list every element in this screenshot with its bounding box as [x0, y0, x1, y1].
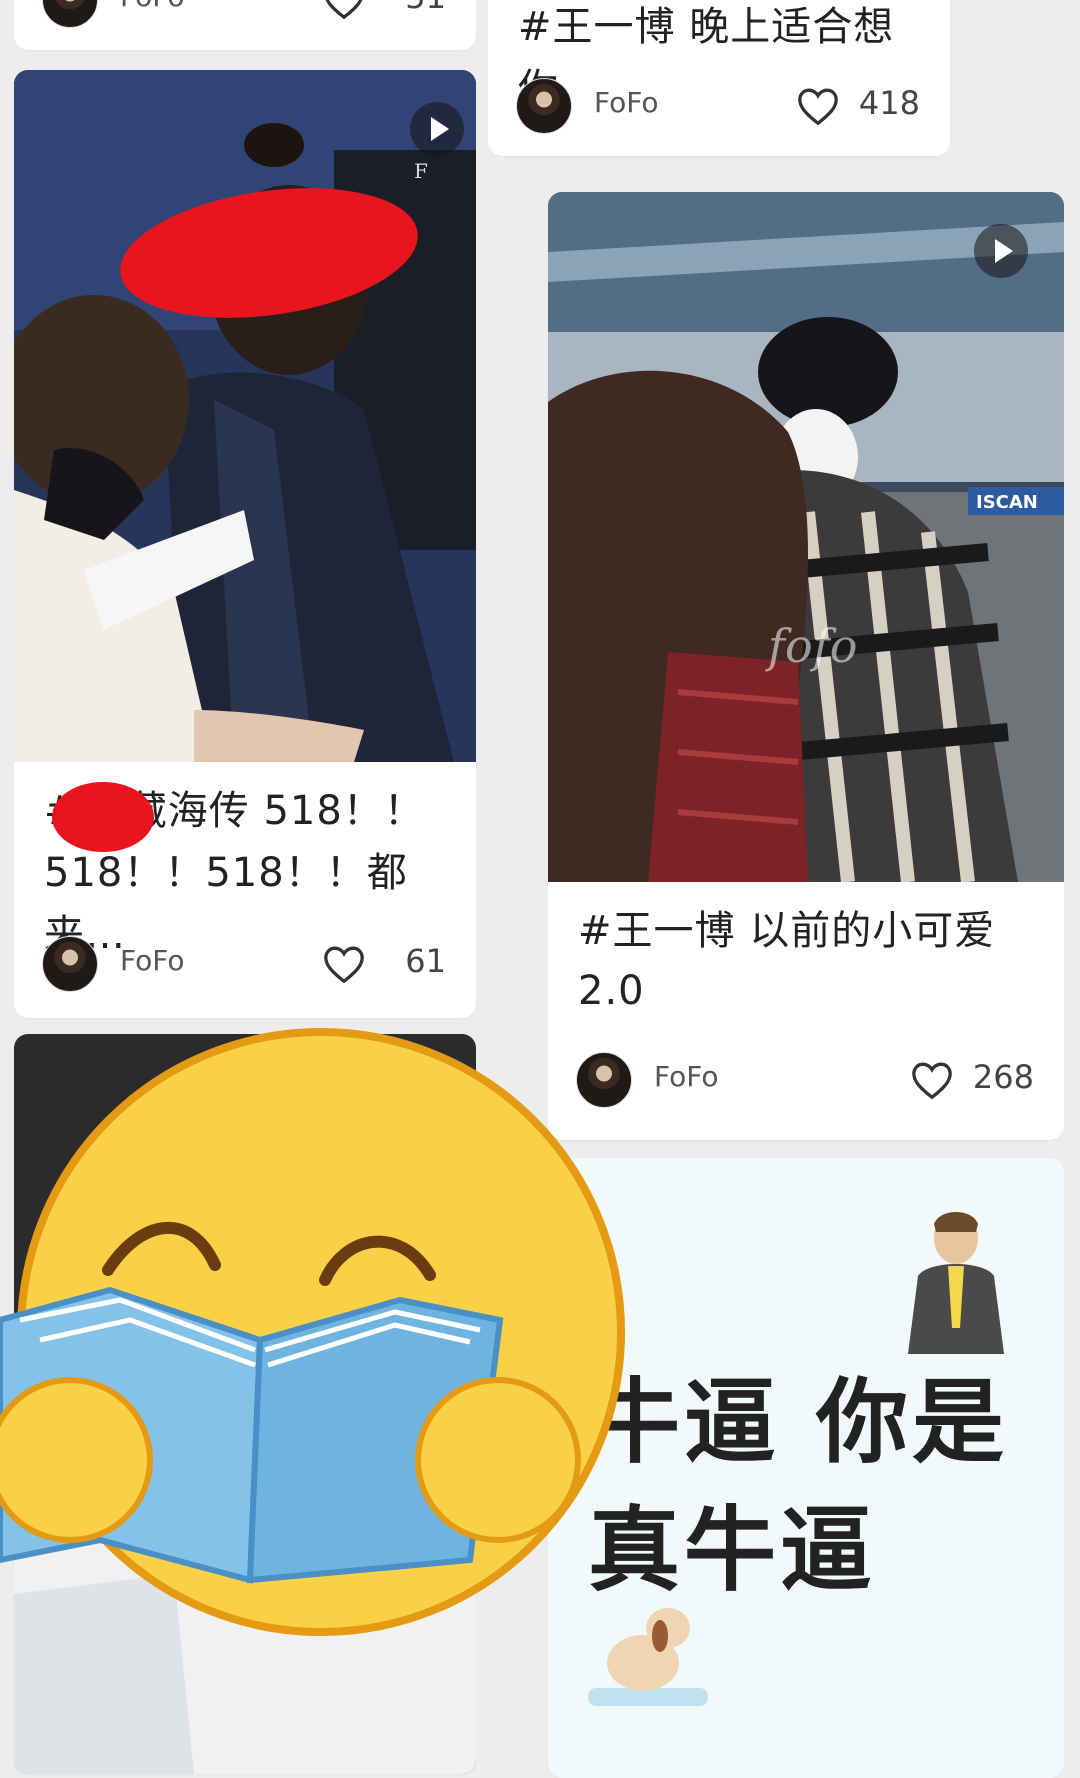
author-name[interactable]: FoFo	[120, 944, 184, 977]
like-count: 268	[972, 1058, 1034, 1096]
avatar[interactable]	[42, 936, 98, 992]
like-count: 61	[405, 942, 446, 980]
meme-text-line-1: 牛逼 你是	[588, 1369, 1009, 1476]
author-name[interactable]: FoFo	[594, 86, 658, 119]
heart-icon[interactable]	[796, 86, 840, 126]
like-count: 51	[405, 0, 446, 16]
like-count: 418	[858, 84, 920, 122]
feed-card[interactable]: ISCAN fofo #王一博 以前的小可爱 2.0 FoFo 268	[548, 192, 1064, 1140]
post-title-line-1[interactable]: #王一博 以前的小可爱	[578, 900, 1034, 962]
watermark: fofo	[765, 619, 857, 673]
post-title-line-2[interactable]: 2.0	[578, 960, 1034, 1022]
post-image[interactable]: ISCAN fofo	[548, 192, 1064, 882]
meme-text-line-2: 真牛逼	[588, 1497, 877, 1604]
feed-card[interactable]: FoFo 51	[14, 0, 476, 50]
emoji-sticker	[0, 1028, 625, 1636]
play-icon[interactable]	[974, 224, 1028, 278]
svg-text:ISCAN: ISCAN	[976, 492, 1038, 513]
feed-card[interactable]: F # #藏海传 518！！ 518！！518！！都来… FoFo 61	[14, 70, 476, 1018]
avatar[interactable]	[516, 78, 572, 134]
avatar[interactable]	[42, 0, 98, 28]
heart-icon[interactable]	[910, 1060, 954, 1100]
play-icon[interactable]	[410, 102, 464, 156]
feed-card[interactable]: #王一博 晚上适合想你 FoFo 418	[488, 0, 950, 156]
photo-scene: ISCAN fofo	[548, 192, 1064, 882]
author-name[interactable]: FoFo	[120, 0, 184, 13]
heart-icon[interactable]	[322, 944, 366, 984]
svg-text:F: F	[414, 159, 428, 183]
author-name[interactable]: FoFo	[654, 1060, 718, 1093]
photo-scene: F	[14, 70, 476, 762]
heart-icon[interactable]	[322, 0, 366, 20]
post-image[interactable]: F	[14, 70, 476, 762]
